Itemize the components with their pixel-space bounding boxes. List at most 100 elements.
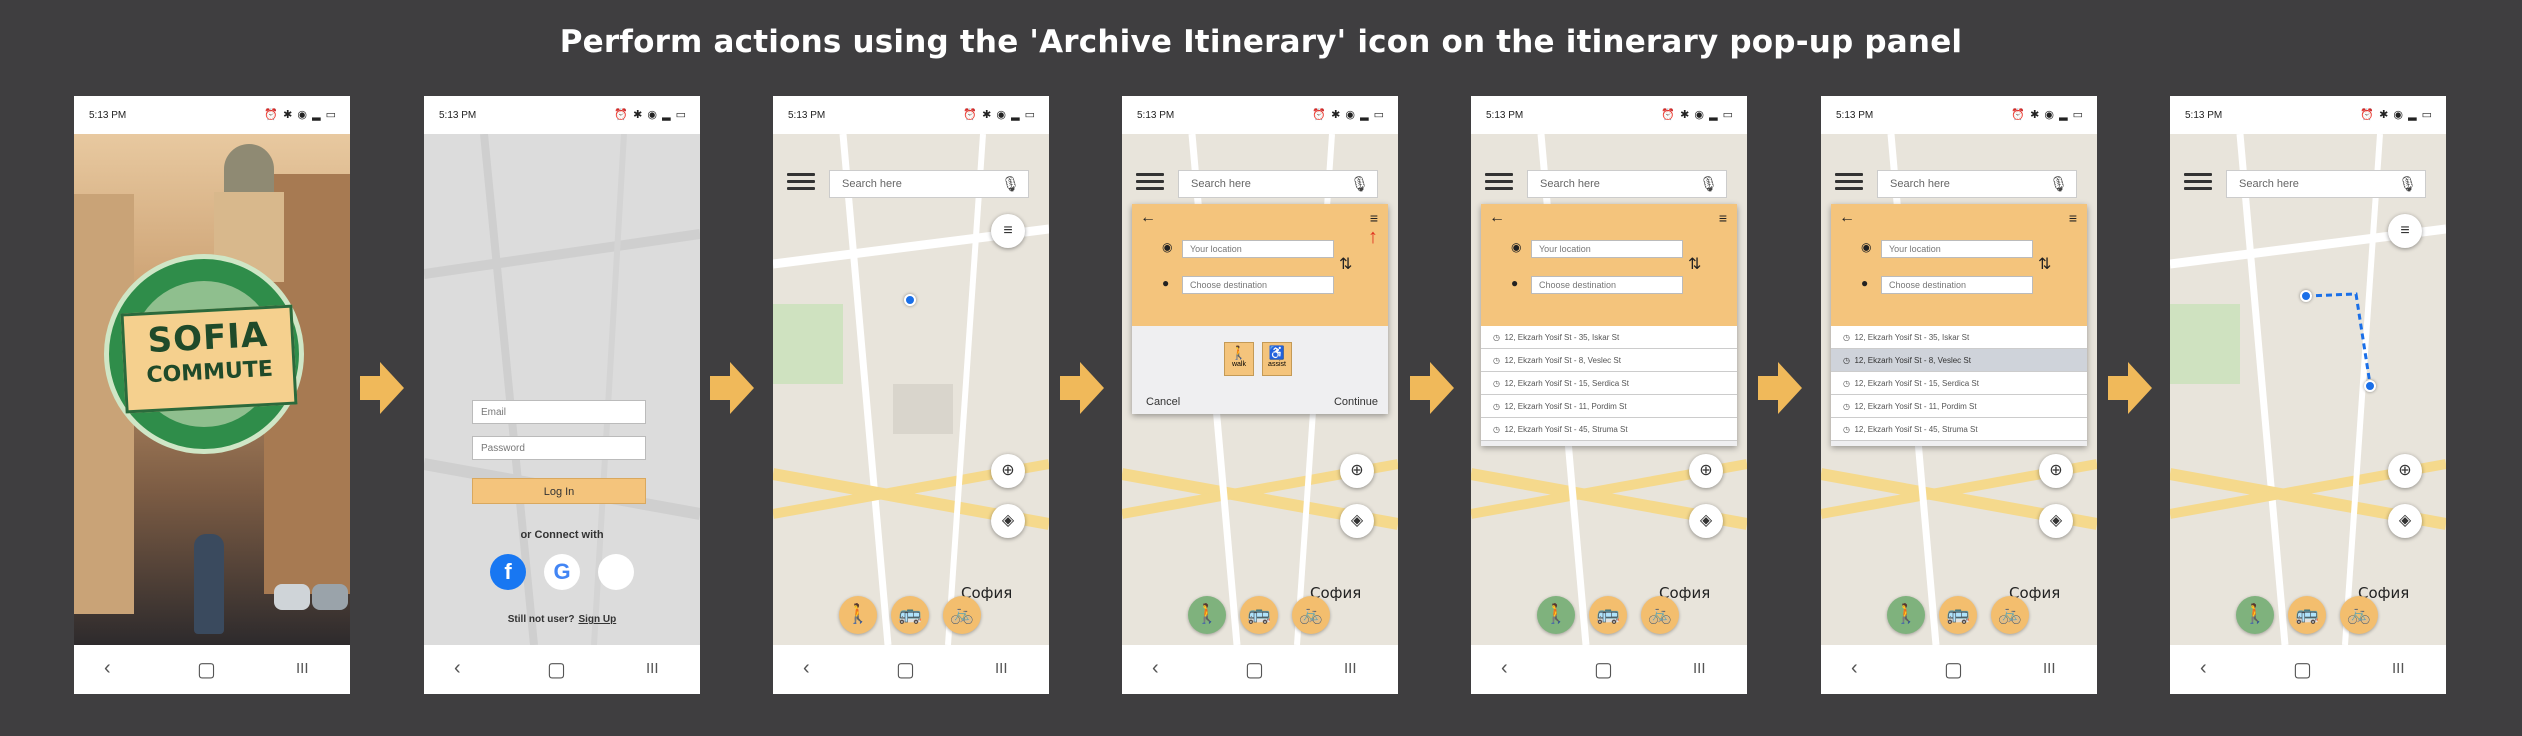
map-view[interactable] — [773, 134, 1049, 645]
destination-field[interactable]: Choose destination — [1182, 276, 1334, 294]
home-nav-icon[interactable]: ▢ — [2293, 657, 2312, 682]
layers-icon[interactable]: ◈ — [1689, 504, 1723, 538]
home-nav-icon[interactable]: ▢ — [1944, 657, 1963, 682]
panel-back-icon[interactable]: ← — [1140, 209, 1156, 227]
recent-apps-icon[interactable]: III — [2043, 660, 2056, 677]
apple-icon[interactable] — [598, 554, 634, 590]
bike-mode-icon[interactable]: 🚲 — [2340, 596, 2378, 634]
bus-mode-icon[interactable]: 🚌 — [1939, 596, 1977, 634]
walk-mode-icon[interactable]: 🚶 — [1887, 596, 1925, 634]
bus-mode-icon[interactable]: 🚌 — [1240, 596, 1278, 634]
menu-icon[interactable] — [2184, 173, 2212, 195]
locate-icon[interactable]: ⊕ — [2388, 454, 2422, 488]
list-item-selected[interactable]: ◷ 12, Ekzarh Yosif St - 8, Veslec St — [1831, 349, 2087, 372]
walk-mode-icon[interactable]: 🚶 — [1188, 596, 1226, 634]
origin-field[interactable]: Your location — [1881, 240, 2033, 258]
recent-apps-icon[interactable]: III — [1693, 660, 1706, 677]
bike-mode-icon[interactable]: 🚲 — [1991, 596, 2029, 634]
bike-mode-icon[interactable]: 🚲 — [943, 596, 981, 634]
list-item[interactable]: ◷ 12, Ekzarh Yosif St - 35, Iskar St — [1481, 326, 1737, 349]
continue-button[interactable]: Continue — [1334, 396, 1378, 408]
walk-mode-icon[interactable]: 🚶 — [2236, 596, 2274, 634]
recent-apps-icon[interactable]: III — [1344, 660, 1357, 677]
search-input[interactable]: Search here 🎙 — [1877, 170, 2077, 198]
mic-icon[interactable]: 🎙 — [2398, 175, 2417, 193]
bike-mode-icon[interactable]: 🚲 — [1292, 596, 1330, 634]
locate-icon[interactable]: ⊕ — [2039, 454, 2073, 488]
menu-icon[interactable] — [1136, 173, 1164, 195]
back-nav-icon[interactable]: ‹ — [1152, 657, 1159, 680]
locate-icon[interactable]: ⊕ — [1340, 454, 1374, 488]
search-input[interactable]: Search here 🎙 — [2226, 170, 2426, 198]
password-field[interactable]: Password — [472, 436, 646, 460]
bike-mode-icon[interactable]: 🚲 — [1641, 596, 1679, 634]
home-nav-icon[interactable]: ▢ — [1594, 657, 1613, 682]
search-input[interactable]: Search here 🎙 — [1527, 170, 1727, 198]
locate-icon[interactable]: ⊕ — [1689, 454, 1723, 488]
back-nav-icon[interactable]: ‹ — [104, 657, 111, 680]
back-nav-icon[interactable]: ‹ — [454, 657, 461, 680]
destination-field[interactable]: Choose destination — [1881, 276, 2033, 294]
origin-field[interactable]: Your location — [1182, 240, 1334, 258]
list-item[interactable]: ◷ 12, Ekzarh Yosif St - 35, Iskar St — [1831, 326, 2087, 349]
locate-icon[interactable]: ⊕ — [991, 454, 1025, 488]
facebook-icon[interactable]: f — [490, 554, 526, 590]
bus-mode-icon[interactable]: 🚌 — [891, 596, 929, 634]
home-nav-icon[interactable]: ▢ — [547, 657, 566, 682]
list-item[interactable]: ◷ 12, Ekzarh Yosif St - 15, Serdica St — [1831, 372, 2087, 395]
recent-apps-icon[interactable]: III — [296, 660, 309, 677]
bus-mode-icon[interactable]: 🚌 — [2288, 596, 2326, 634]
filter-icon[interactable]: ≡ — [2388, 214, 2422, 248]
list-item[interactable]: ◷ 12, Ekzarh Yosif St - 15, Serdica St — [1481, 372, 1737, 395]
map-view[interactable] — [2170, 134, 2446, 645]
panel-back-icon[interactable]: ← — [1489, 209, 1505, 227]
home-nav-icon[interactable]: ▢ — [1245, 657, 1264, 682]
login-button[interactable]: Log In — [472, 478, 646, 504]
swap-icon[interactable]: ⇅ — [1339, 254, 1352, 274]
walk-mode-icon[interactable]: 🚶 — [1537, 596, 1575, 634]
cancel-button[interactable]: Cancel — [1146, 396, 1180, 408]
back-nav-icon[interactable]: ‹ — [803, 657, 810, 680]
menu-icon[interactable] — [1485, 173, 1513, 195]
swap-icon[interactable]: ⇅ — [2038, 254, 2051, 274]
origin-field[interactable]: Your location — [1531, 240, 1683, 258]
archive-itinerary-icon[interactable]: ≡ — [1370, 210, 1378, 226]
search-input[interactable]: Search here 🎙 — [1178, 170, 1378, 198]
swap-icon[interactable]: ⇅ — [1688, 254, 1701, 274]
mic-icon[interactable]: 🎙 — [1001, 175, 1020, 193]
google-icon[interactable]: G — [544, 554, 580, 590]
mic-icon[interactable]: 🎙 — [1699, 175, 1718, 193]
home-nav-icon[interactable]: ▢ — [197, 657, 216, 682]
layers-icon[interactable]: ◈ — [991, 504, 1025, 538]
archive-itinerary-icon[interactable]: ≡ — [1719, 210, 1727, 226]
email-field[interactable]: Email — [472, 400, 646, 424]
assist-option-button[interactable]: ♿ assist — [1262, 342, 1292, 376]
layers-icon[interactable]: ◈ — [2388, 504, 2422, 538]
walk-mode-icon[interactable]: 🚶 — [839, 596, 877, 634]
layers-icon[interactable]: ◈ — [2039, 504, 2073, 538]
mic-icon[interactable]: 🎙 — [1350, 175, 1369, 193]
list-item[interactable]: ◷ 12, Ekzarh Yosif St - 11, Pordim St — [1481, 395, 1737, 418]
back-nav-icon[interactable]: ‹ — [1501, 657, 1508, 680]
signup-link[interactable]: Sign Up — [578, 614, 616, 625]
list-item[interactable]: ◷ 12, Ekzarh Yosif St - 11, Pordim St — [1831, 395, 2087, 418]
recent-apps-icon[interactable]: III — [2392, 660, 2405, 677]
recent-apps-icon[interactable]: III — [995, 660, 1008, 677]
home-nav-icon[interactable]: ▢ — [896, 657, 915, 682]
menu-icon[interactable] — [1835, 173, 1863, 195]
filter-icon[interactable]: ≡ — [991, 214, 1025, 248]
archive-itinerary-icon[interactable]: ≡ — [2069, 210, 2077, 226]
walk-option-button[interactable]: 🚶 walk — [1224, 342, 1254, 376]
back-nav-icon[interactable]: ‹ — [1851, 657, 1858, 680]
search-input[interactable]: Search here 🎙 — [829, 170, 1029, 198]
menu-icon[interactable] — [787, 173, 815, 195]
destination-field[interactable]: Choose destination — [1531, 276, 1683, 294]
recent-apps-icon[interactable]: III — [646, 660, 659, 677]
list-item[interactable]: ◷ 12, Ekzarh Yosif St - 45, Struma St — [1831, 418, 2087, 441]
list-item[interactable]: ◷ 12, Ekzarh Yosif St - 8, Veslec St — [1481, 349, 1737, 372]
bus-mode-icon[interactable]: 🚌 — [1589, 596, 1627, 634]
mic-icon[interactable]: 🎙 — [2049, 175, 2068, 193]
layers-icon[interactable]: ◈ — [1340, 504, 1374, 538]
list-item[interactable]: ◷ 12, Ekzarh Yosif St - 45, Struma St — [1481, 418, 1737, 441]
back-nav-icon[interactable]: ‹ — [2200, 657, 2207, 680]
